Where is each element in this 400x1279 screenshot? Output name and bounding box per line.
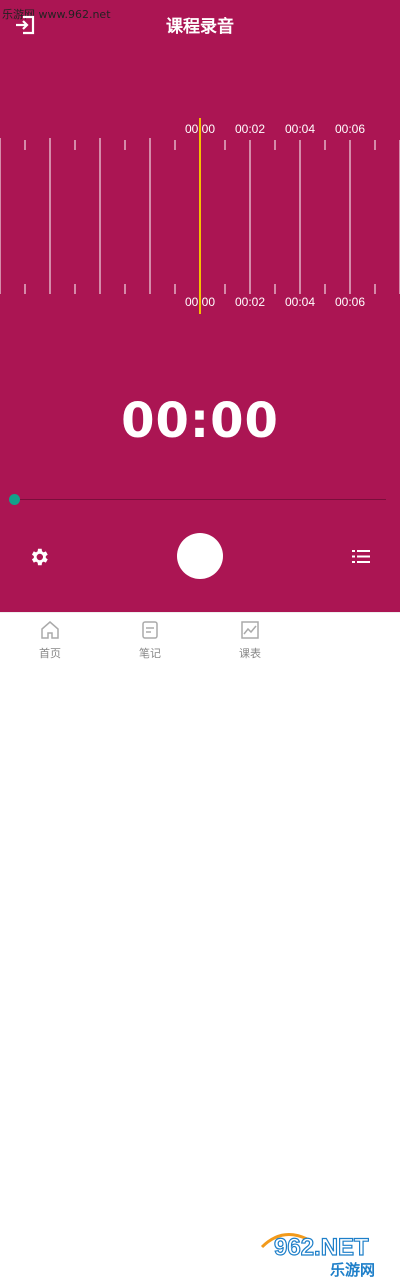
time-label: 00:06 [335,122,365,136]
elapsed-time: 00:00 [121,393,279,449]
tab-schedule[interactable]: 课表 [210,613,290,667]
page-title: 课程录音 [166,17,234,37]
logo-top-text: 962.NET [274,1234,369,1261]
progress-track[interactable] [14,499,386,500]
tab-notes-label: 笔记 [139,647,161,660]
time-label: 00:04 [285,295,315,309]
list-icon[interactable] [352,549,370,564]
time-label: 00:04 [285,122,315,136]
note-icon [142,621,158,639]
record-button[interactable] [177,533,223,579]
site-logo: 962.NET 乐游网 [252,1225,400,1279]
time-label: 00:06 [335,295,365,309]
home-icon [41,621,59,639]
time-label: 00:02 [235,122,265,136]
waveform-timeline: 00:0000:0200:0400:06 00:0000:0200:0400:0… [0,118,400,314]
progress-knob[interactable] [9,494,20,505]
tab-home[interactable]: 首页 [10,613,90,667]
chart-icon [241,621,259,639]
tab-notes[interactable]: 笔记 [110,613,190,667]
tab-home-label: 首页 [39,647,61,660]
tab-schedule-label: 课表 [239,647,261,660]
time-label: 00:02 [235,295,265,309]
logo-bottom-text: 乐游网 [330,1261,375,1279]
gear-icon[interactable] [28,546,50,568]
recorder-screen: 乐游网 www.962.net 课程录音 00:0000:0200:0400:0… [0,0,400,612]
bottom-tab-bar: 首页 笔记 课表 962.NET 乐游网 [0,612,400,1279]
